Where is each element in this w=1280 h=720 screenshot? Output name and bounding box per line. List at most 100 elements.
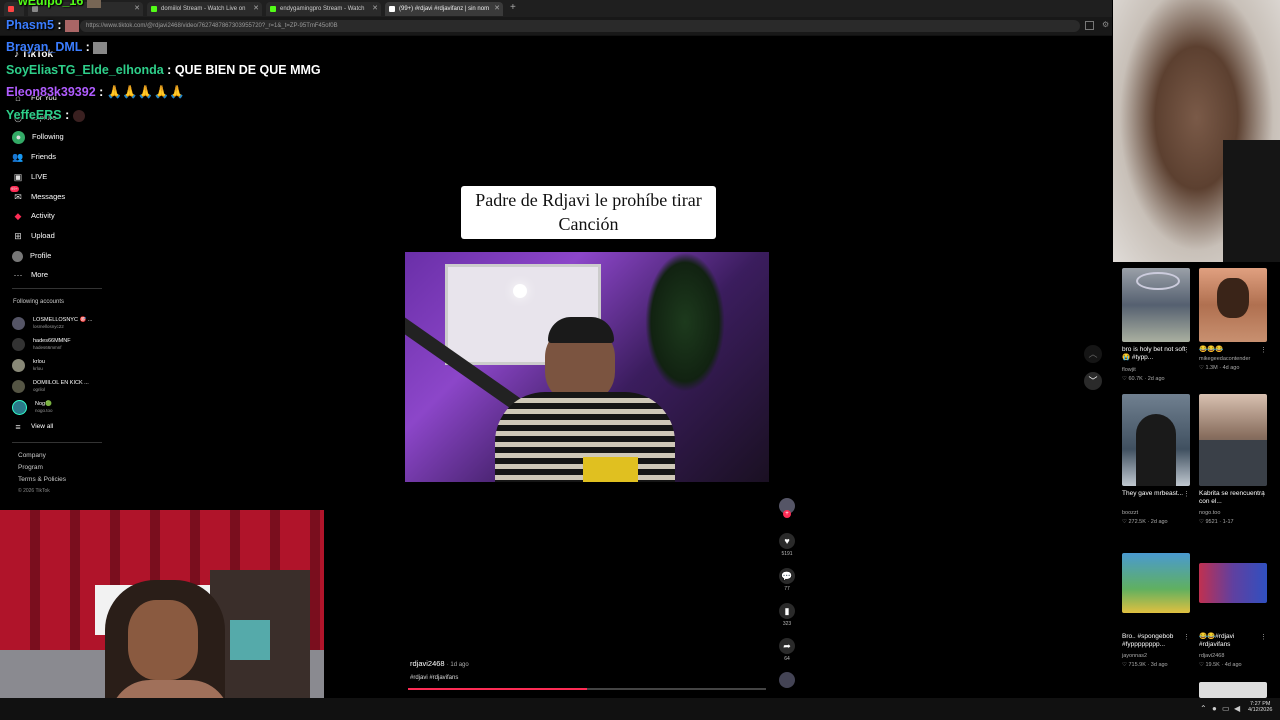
browser-tab-active[interactable]: (99+) #rdjavi #rdjavifanz | sin nom ✕ xyxy=(385,2,503,16)
close-tab-icon[interactable]: ✕ xyxy=(134,2,140,16)
recommended-thumbnail[interactable] xyxy=(1199,682,1267,698)
recommended-author[interactable]: boozzt xyxy=(1122,510,1138,516)
chat-message: YeffeERS : xyxy=(6,108,85,122)
recommended-author[interactable]: jayonnas2 xyxy=(1122,653,1147,659)
save-button[interactable]: ▮ 323 xyxy=(778,603,796,627)
recommended-thumbnail[interactable] xyxy=(1199,563,1267,603)
network-icon[interactable]: ▭ xyxy=(1222,704,1230,713)
nav-live[interactable]: ▣ LIVE xyxy=(12,170,48,184)
following-account[interactable]: hades66MMNF hades66mmnf xyxy=(12,335,71,353)
url-field[interactable]: https://www.tiktok.com/@rdjavi2468/video… xyxy=(80,20,1080,32)
account-handle: krlou xyxy=(33,365,43,371)
following-account[interactable]: DOMIILOL EN KICK ... ogrilol xyxy=(12,377,89,395)
like-button[interactable]: ♥ 5191 xyxy=(778,533,796,557)
messages-badge: 99+ xyxy=(10,186,19,192)
browser-tab[interactable]: endygamingpro Stream - Watch ✕ xyxy=(266,2,381,16)
recommended-author[interactable]: flowjit xyxy=(1122,367,1136,373)
recommended-thumbnail[interactable] xyxy=(1122,394,1190,486)
video-player[interactable] xyxy=(405,252,769,482)
recommended-title[interactable]: They gave mrbeast... xyxy=(1122,490,1190,498)
following-account[interactable]: Nog🟢 nogo.too xyxy=(12,398,53,416)
close-tab-icon[interactable]: ✕ xyxy=(253,2,259,16)
nav-profile[interactable]: Profile xyxy=(12,249,51,263)
nav-label: LIVE xyxy=(31,172,48,181)
volume-icon[interactable]: ◀ xyxy=(1234,704,1240,713)
save-count: 323 xyxy=(782,621,792,627)
tab-favicon-icon xyxy=(8,6,14,12)
music-disc[interactable] xyxy=(778,672,796,688)
comment-icon: 💬 xyxy=(779,568,795,584)
tray-chevron-icon[interactable]: ⌃ xyxy=(1200,704,1207,713)
close-tab-icon[interactable]: ✕ xyxy=(494,2,500,16)
account-name: DOMIILOL EN KICK ... xyxy=(33,379,89,386)
close-tab-icon[interactable]: ✕ xyxy=(372,2,378,16)
profile-icon xyxy=(12,250,23,262)
plant-image xyxy=(645,252,725,392)
nav-upload[interactable]: ⊞ Upload xyxy=(12,229,55,243)
view-all-link[interactable]: ≡ View all xyxy=(12,420,53,434)
recommended-author[interactable]: rdjavi2468 xyxy=(1199,653,1224,659)
more-options-icon[interactable]: ⋮ xyxy=(1260,633,1267,641)
nav-label: Following xyxy=(32,132,64,141)
new-tab-button[interactable]: + xyxy=(510,2,516,13)
recommended-title[interactable]: bro is holy bet not soft😭 #typp... xyxy=(1122,346,1190,362)
recommended-thumbnail[interactable] xyxy=(1199,268,1267,342)
recommended-author[interactable]: nogo.too xyxy=(1199,510,1220,516)
video-hashtags[interactable]: #rdjavi #rdjavifans xyxy=(410,675,458,681)
account-name: LOSMELLOSNYC 🎯 ... xyxy=(33,316,93,323)
nav-messages[interactable]: ✉ 99+ Messages xyxy=(10,186,65,204)
nav-activity[interactable]: ◆ Activity xyxy=(12,209,55,223)
account-name: krlou xyxy=(33,358,45,365)
next-video-button[interactable]: ﹀ xyxy=(1084,372,1102,390)
footer-company-link[interactable]: Company xyxy=(18,452,46,459)
more-options-icon[interactable]: ⋮ xyxy=(1183,490,1190,498)
recommended-meta: ♡ 19.5K · 4d ago xyxy=(1199,662,1242,668)
recommended-meta: ♡ 272.5K · 2d ago xyxy=(1122,519,1168,525)
taskbar: ⌃ ● ▭ ◀ 7:27 PM 4/12/2026 xyxy=(0,698,1280,720)
recommended-thumbnail[interactable] xyxy=(1122,268,1190,342)
clock[interactable]: 7:27 PM 4/12/2026 xyxy=(1248,701,1272,713)
video-progress-track[interactable] xyxy=(408,688,766,690)
browser-tab[interactable]: domiilol Stream - Watch Live on ✕ xyxy=(147,2,262,16)
video-author[interactable]: rdjavi2468 xyxy=(410,659,445,668)
footer-program-link[interactable]: Program xyxy=(18,464,43,471)
clock-date: 4/12/2026 xyxy=(1248,707,1273,713)
prev-video-button[interactable]: ︿ xyxy=(1084,345,1102,363)
more-options-icon[interactable]: ⋮ xyxy=(1260,346,1267,354)
chat-message: Brayan_DML : xyxy=(6,40,108,54)
more-options-icon[interactable]: ⋮ xyxy=(1260,490,1267,498)
recommended-thumbnail[interactable] xyxy=(1122,553,1190,613)
footer-terms-link[interactable]: Terms & Policies xyxy=(18,476,66,483)
recommended-title[interactable]: Bro.. #spongebob #fypppppppp... xyxy=(1122,633,1190,649)
nav-following[interactable]: ● Following xyxy=(12,130,64,144)
following-account[interactable]: LOSMELLOSNYC 🎯 ... losmellosnyc22 xyxy=(12,314,92,332)
nav-friends[interactable]: 👥 Friends xyxy=(12,150,56,164)
follow-plus-icon[interactable]: + xyxy=(783,510,791,518)
recommended-title[interactable]: 😂😂😂 xyxy=(1199,346,1267,354)
bookmark-icon: ▮ xyxy=(779,603,795,619)
recommended-title[interactable]: 😂😂#rdjavi #rdjavifans xyxy=(1199,633,1267,649)
streamer-webcam xyxy=(1113,0,1280,262)
creator-avatar[interactable]: + xyxy=(778,498,796,518)
recommended-title[interactable]: Kabrita se reencuentra con el... xyxy=(1199,490,1267,506)
open-in-app-icon[interactable] xyxy=(1085,21,1094,30)
settings-gear-icon[interactable]: ⚙ xyxy=(1102,20,1109,29)
recommended-meta: ♡ 715.9K · 3d ago xyxy=(1122,662,1168,668)
following-account[interactable]: krlou krlou xyxy=(12,356,45,374)
kick-favicon-icon xyxy=(151,6,157,12)
recommended-author[interactable]: mikegeedacontender xyxy=(1199,356,1250,362)
nav-more[interactable]: ··· More xyxy=(12,268,49,282)
mic-tray-icon[interactable]: ● xyxy=(1212,704,1217,713)
recommended-thumbnail[interactable] xyxy=(1199,394,1267,486)
more-options-icon[interactable]: ⋮ xyxy=(1183,346,1190,354)
view-count: 1.3M xyxy=(1205,365,1218,371)
post-age: 2d ago xyxy=(1150,519,1168,525)
chevron-down-icon: ﹀ xyxy=(1088,376,1098,386)
live-icon: ▣ xyxy=(13,172,23,182)
comment-button[interactable]: 💬 77 xyxy=(778,568,796,592)
account-handle: ogrilol xyxy=(33,386,46,392)
view-count: 715.9K xyxy=(1128,662,1146,668)
more-options-icon[interactable]: ⋮ xyxy=(1183,633,1190,641)
share-button[interactable]: ➦ 64 xyxy=(778,638,796,662)
avatar xyxy=(12,358,25,372)
